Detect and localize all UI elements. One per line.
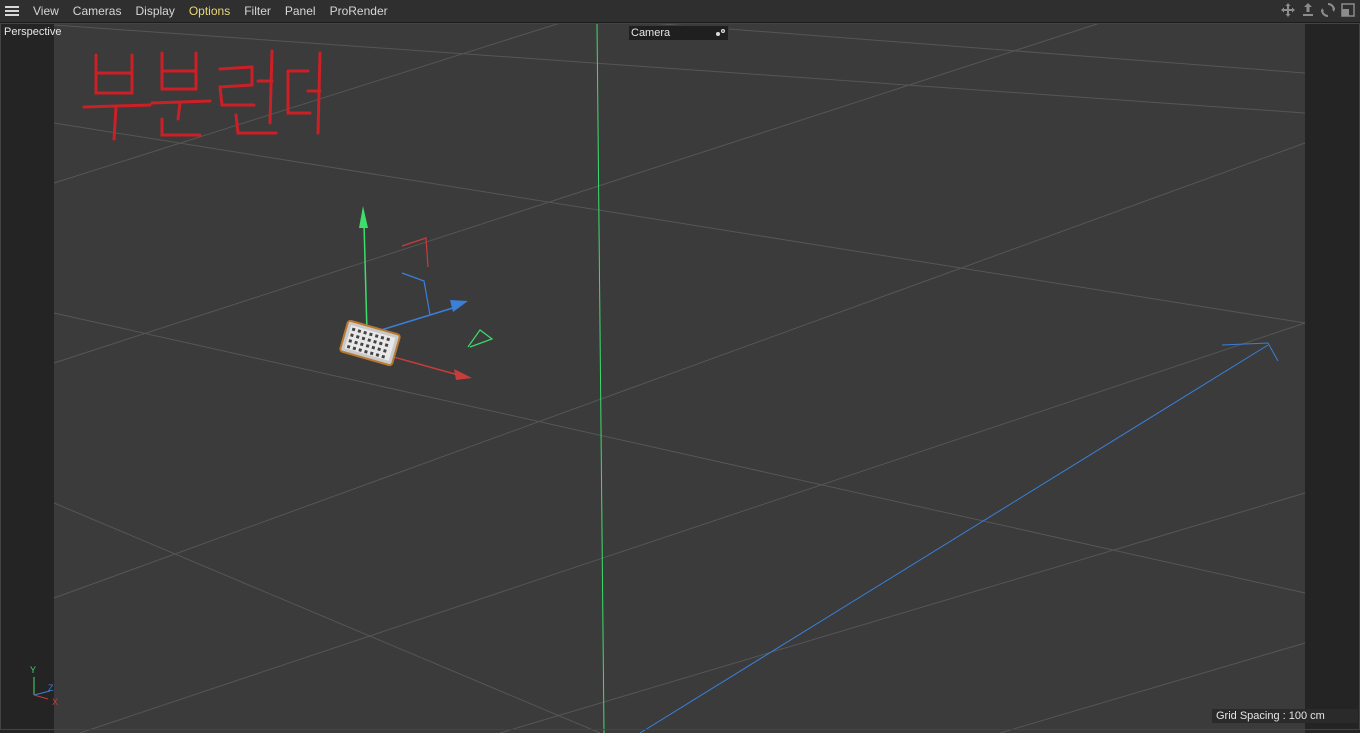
menu-options[interactable]: Options bbox=[189, 4, 230, 18]
menu-cameras[interactable]: Cameras bbox=[73, 4, 122, 18]
grid-spacing-readout: Grid Spacing : 100 cm bbox=[1212, 709, 1358, 723]
menu-display[interactable]: Display bbox=[135, 4, 174, 18]
axis-z-label: Z bbox=[48, 683, 54, 693]
viewport-scene bbox=[0, 23, 1360, 733]
menu-prorender[interactable]: ProRender bbox=[330, 4, 388, 18]
dolly-view-icon[interactable] bbox=[1300, 2, 1316, 18]
menu-panel[interactable]: Panel bbox=[285, 4, 316, 18]
hamburger-menu-icon[interactable] bbox=[5, 6, 19, 16]
move-view-icon[interactable] bbox=[1280, 2, 1296, 18]
maximize-view-icon[interactable] bbox=[1340, 2, 1356, 18]
camera-select-label: Camera bbox=[631, 27, 671, 39]
axis-y-label: Y bbox=[30, 665, 37, 675]
camera-options-icon[interactable] bbox=[714, 27, 728, 39]
rotate-view-icon[interactable] bbox=[1320, 2, 1336, 18]
menu-filter[interactable]: Filter bbox=[244, 4, 271, 18]
world-axis-indicator: Y Z X bbox=[26, 663, 62, 707]
menu-view[interactable]: View bbox=[33, 4, 59, 18]
viewport-menubar: View Cameras Display Options Filter Pane… bbox=[0, 0, 1360, 23]
perspective-viewport[interactable]: Perspective Camera Y Z X Grid Spacing : … bbox=[0, 23, 1360, 733]
cinema4d-viewport-window: View Cameras Display Options Filter Pane… bbox=[0, 0, 1360, 733]
axis-x-label: X bbox=[52, 697, 59, 707]
camera-select-dropdown[interactable]: Camera bbox=[628, 25, 729, 41]
view-name-label: Perspective bbox=[4, 26, 62, 38]
viewport-navigation-icons bbox=[1280, 2, 1356, 18]
